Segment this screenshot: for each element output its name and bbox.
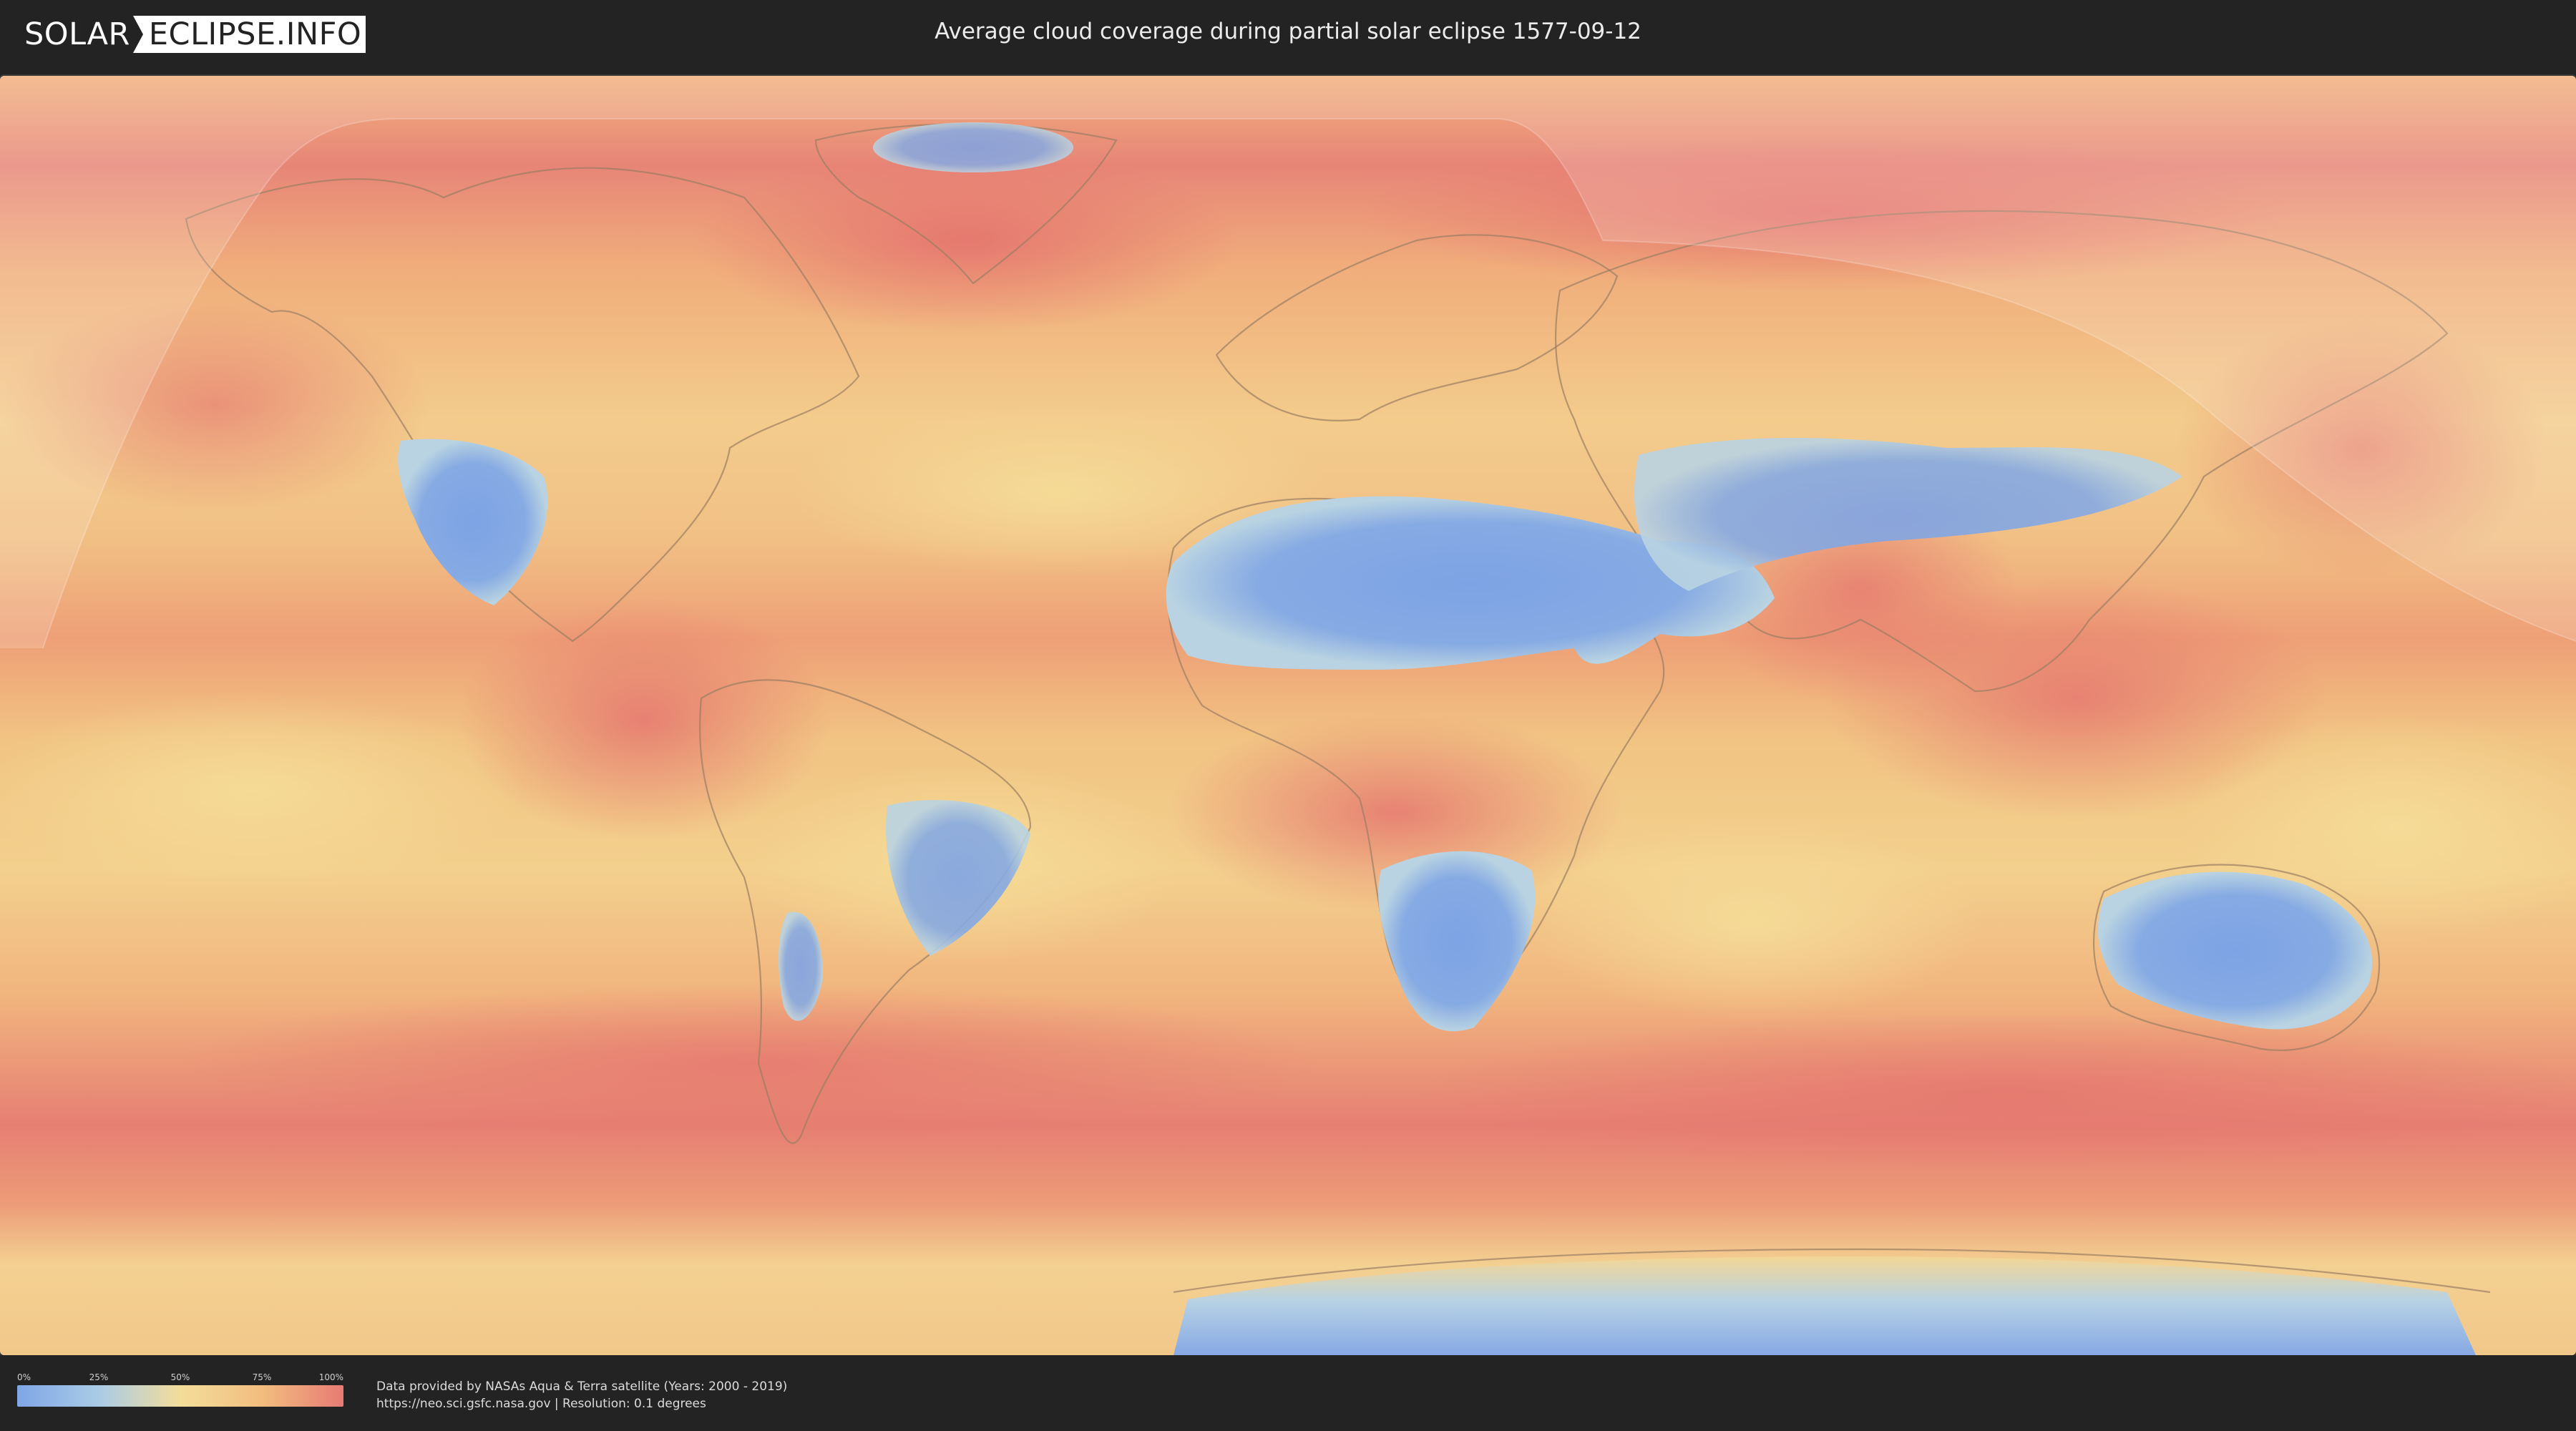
- page-title: Average cloud coverage during partial so…: [935, 19, 1641, 44]
- legend-color-bar: [17, 1385, 343, 1407]
- app-frame: SOLAR ECLIPSE.INFO Average cloud coverag…: [0, 0, 2576, 1431]
- legend-tick-0: 0%: [17, 1372, 31, 1382]
- credits-url-resolution[interactable]: https://neo.sci.gsfc.nasa.gov | Resoluti…: [376, 1395, 787, 1412]
- legend-tick-25: 25%: [89, 1372, 109, 1382]
- world-cloud-map[interactable]: [0, 76, 2576, 1355]
- map-canvas: [0, 76, 2576, 1355]
- footer-bar: 0% 25% 50% 75% 100% Data provided by NAS…: [0, 1355, 2576, 1431]
- data-credits: Data provided by NASAs Aqua & Terra sate…: [376, 1378, 787, 1412]
- legend-tick-50: 50%: [170, 1372, 190, 1382]
- legend-tick-100: 100%: [318, 1372, 343, 1382]
- credits-source: Data provided by NASAs Aqua & Terra sate…: [376, 1379, 788, 1394]
- legend-ticks: 0% 25% 50% 75% 100%: [17, 1372, 343, 1385]
- legend-tick-75: 75%: [252, 1372, 272, 1382]
- cloud-coverage-legend: 0% 25% 50% 75% 100%: [17, 1372, 343, 1407]
- header-bar: SOLAR ECLIPSE.INFO Average cloud coverag…: [0, 0, 2576, 72]
